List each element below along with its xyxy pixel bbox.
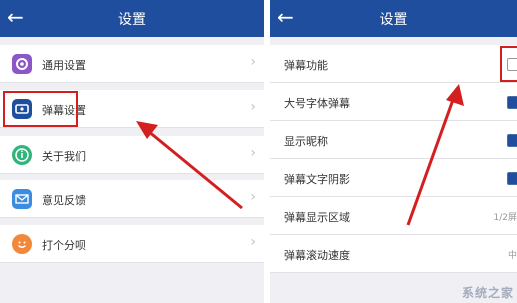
annotation-arrow xyxy=(136,121,243,210)
right-screen: ← 设置 弹幕功能 大号字体弹幕 显示昵称 弹幕文字阴影 弹幕显示区域 1/2屏… xyxy=(270,0,517,303)
watermark: 系统之家 xyxy=(461,286,514,300)
annotation-arrow xyxy=(406,84,464,226)
left-screen: ← 设置 通用设置 › 弹幕设置 › 关于我们 › 意见反馈 › 打个分呗 › xyxy=(0,0,264,303)
